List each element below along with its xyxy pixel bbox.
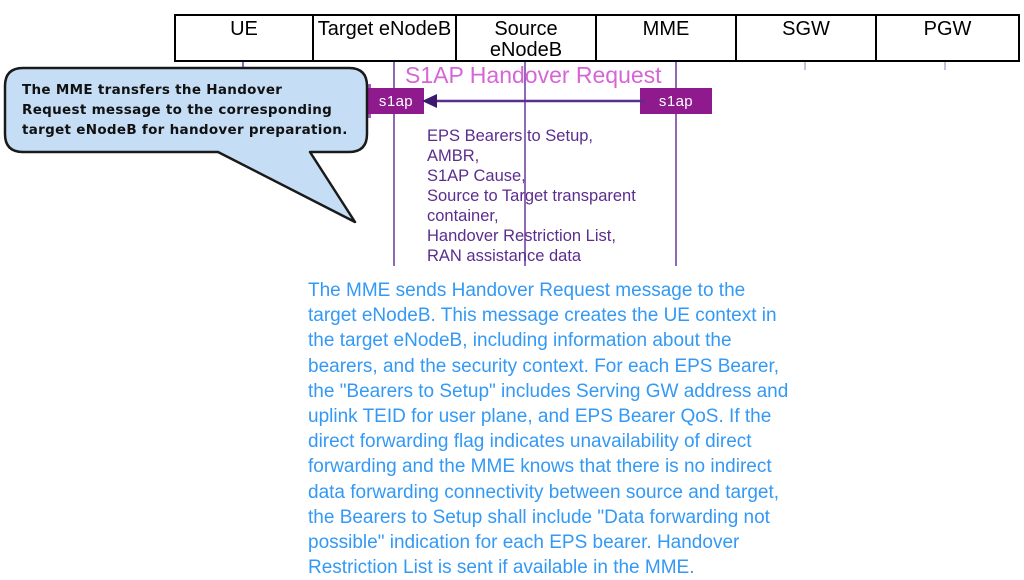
network-node-header: UE Target eNodeB Source eNodeB MME SGW P… [174,14,1020,62]
protocol-box-label: s1ap [658,92,694,110]
message-title: S1AP Handover Request [405,62,662,88]
parameter-line: Handover Restriction List, [427,227,616,245]
description-line: The MME sends Handover Request message t… [308,280,746,301]
node-cell-mme: MME [597,16,737,60]
node-cell-pgw: PGW [877,16,1018,60]
parameter-line: AMBR, [427,147,480,165]
node-cell-target-enodeb: Target eNodeB [314,16,457,60]
lifeline-sgw [804,62,806,70]
lifeline-pgw [944,62,946,70]
node-label-pgw: PGW [923,18,972,40]
node-cell-ue: UE [176,16,314,60]
node-label-ue: UE [230,18,258,40]
protocol-box-s1ap-mme: s1ap [640,88,712,114]
callout-line: Request message to the corresponding [22,102,333,118]
description-line: the "Bearers to Setup" includes Serving … [308,380,789,402]
node-cell-sgw: SGW [737,16,877,60]
description-line: the target eNodeB, including information… [308,330,732,352]
node-label-sgw: SGW [782,18,830,40]
node-label-mme: MME [642,18,690,40]
description-line: uplink TEID for user plane, and EPS Bear… [308,406,772,428]
node-cell-source-enodeb: Source eNodeB [457,16,597,61]
description-line: target eNodeB. This message creates the … [308,305,777,327]
callout-line: The MME transfers the Handover [22,82,283,98]
parameter-line: Source to Target transparent [427,187,636,205]
node-label-target-enodeb: Target eNodeB [317,18,452,40]
description-paragraph: The MME sends Handover Request message t… [308,278,888,580]
parameter-line: container, [427,207,499,225]
description-line: Restriction List is sent if available in… [308,557,695,579]
callout-text: The MME transfers the Handover Request m… [22,80,352,140]
message-parameter-list: EPS Bearers to Setup, AMBR, S1AP Cause, … [427,126,667,266]
description-line: possible" indication for each EPS bearer… [308,532,740,554]
callout-bubble: The MME transfers the Handover Request m… [0,60,380,235]
description-line: data forwarding connectivity between sou… [308,481,780,503]
protocol-box-label: s1ap [378,92,414,110]
parameter-line: S1AP Cause, [427,167,526,185]
description-line: bearers, and the security context. For e… [308,355,780,377]
node-label-source-enodeb: Source eNodeB [489,18,563,61]
parameter-line: RAN assistance data [427,247,582,265]
description-line: forwarding and the MME knows that there … [308,456,772,478]
description-line: the Bearers to Setup shall include "Data… [308,506,770,528]
description-line: direct forwarding flag indicates unavail… [308,431,752,453]
parameter-line: EPS Bearers to Setup, [427,127,594,145]
message-arrow-left [422,94,645,108]
callout-line: target eNodeB for handover preparation. [22,122,348,138]
